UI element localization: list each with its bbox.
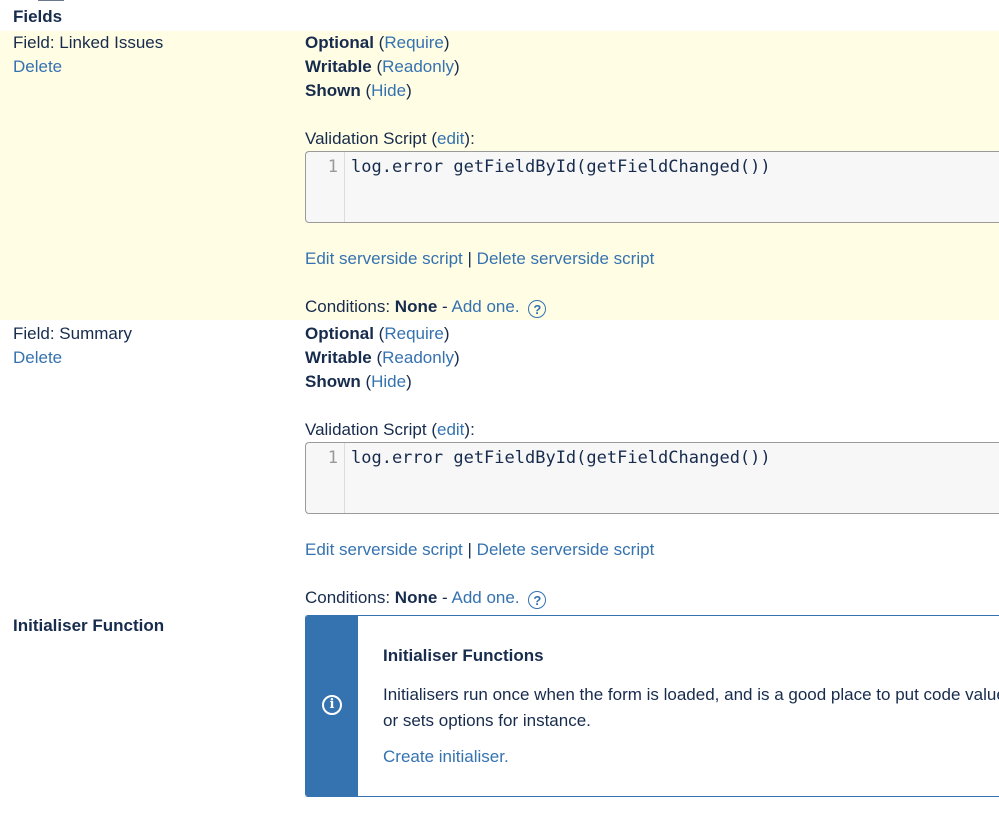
editor-gutter: 1	[306, 152, 345, 222]
initialiser-function-label: Initialiser Function	[13, 616, 165, 635]
shown-label: Shown	[305, 372, 361, 391]
conditions-value: None	[394, 588, 438, 607]
optional-row: Optional (Require)	[305, 324, 450, 343]
conditions-row: Conditions: None - Add one. ?	[305, 295, 999, 319]
conditions-label: Conditions:	[305, 297, 391, 316]
delete-field-link[interactable]: Delete	[13, 348, 62, 367]
writable-label: Writable	[305, 57, 372, 76]
editor-gutter: 1	[306, 443, 345, 513]
validation-script-label: Validation Script	[305, 420, 427, 439]
serverside-links-row: Edit serverside script | Delete serversi…	[305, 247, 999, 271]
conditions-value: None	[394, 297, 438, 316]
edit-validation-link[interactable]: edit	[437, 420, 464, 439]
edit-serverside-script-link[interactable]: Edit serverside script	[305, 540, 463, 559]
validation-script-label: Validation Script	[305, 129, 427, 148]
hide-link[interactable]: Hide	[371, 81, 406, 100]
field-name: Field: Linked Issues	[13, 33, 164, 52]
edit-validation-link[interactable]: edit	[437, 129, 464, 148]
create-initialiser-link[interactable]: Create initialiser.	[383, 747, 509, 767]
code-editor[interactable]: 1 log.error getFieldById(getFieldChanged…	[305, 442, 999, 514]
field-block-linked-issues: Field: Linked Issues Delete Optional (Re…	[0, 31, 999, 320]
delete-serverside-script-link[interactable]: Delete serverside script	[477, 249, 655, 268]
hide-link[interactable]: Hide	[371, 372, 406, 391]
line-number: 1	[327, 448, 338, 468]
initialiser-info-message: i Initialiser Functions Initialisers run…	[305, 615, 999, 797]
add-condition-link[interactable]: Add one.	[452, 297, 520, 316]
require-link[interactable]: Require	[384, 324, 444, 343]
field-block-summary: Field: Summary Delete Optional (Require)…	[0, 322, 999, 612]
add-condition-link[interactable]: Add one.	[452, 588, 520, 607]
serverside-links-row: Edit serverside script | Delete serversi…	[305, 538, 999, 562]
field-name: Field: Summary	[13, 324, 133, 343]
code-line: log.error getFieldById(getFieldChanged()…	[351, 448, 771, 468]
conditions-label: Conditions:	[305, 588, 391, 607]
validation-script-row: Validation Script (edit):	[305, 129, 475, 148]
optional-label: Optional	[305, 33, 374, 52]
message-body: Initialisers run once when the form is l…	[383, 685, 999, 730]
section-title: Fields	[13, 7, 63, 26]
writable-label: Writable	[305, 348, 372, 367]
top-fragment	[38, 0, 64, 1]
writable-row: Writable (Readonly)	[305, 57, 460, 76]
readonly-link[interactable]: Readonly	[382, 348, 454, 367]
edit-serverside-script-link[interactable]: Edit serverside script	[305, 249, 463, 268]
question-circle-icon[interactable]: ?	[528, 300, 547, 318]
readonly-link[interactable]: Readonly	[382, 57, 454, 76]
message-title: Initialiser Functions	[383, 646, 544, 665]
link-separator: |	[467, 249, 472, 268]
conditions-dash: -	[442, 297, 448, 316]
conditions-row: Conditions: None - Add one. ?	[305, 586, 999, 610]
shown-label: Shown	[305, 81, 361, 100]
question-circle-icon[interactable]: ?	[528, 591, 547, 609]
validation-script-row: Validation Script (edit):	[305, 420, 475, 439]
conditions-dash: -	[442, 588, 448, 607]
info-circle-icon: i	[322, 695, 342, 715]
require-link[interactable]: Require	[384, 33, 444, 52]
delete-serverside-script-link[interactable]: Delete serverside script	[477, 540, 655, 559]
optional-label: Optional	[305, 324, 374, 343]
info-bar: i	[306, 616, 358, 796]
code-editor[interactable]: 1 log.error getFieldById(getFieldChanged…	[305, 151, 999, 223]
link-separator: |	[467, 540, 472, 559]
line-number: 1	[327, 157, 338, 177]
writable-row: Writable (Readonly)	[305, 348, 460, 367]
code-line: log.error getFieldById(getFieldChanged()…	[351, 157, 771, 177]
shown-row: Shown (Hide)	[305, 81, 412, 100]
optional-row: Optional (Require)	[305, 33, 450, 52]
shown-row: Shown (Hide)	[305, 372, 412, 391]
delete-field-link[interactable]: Delete	[13, 57, 62, 76]
